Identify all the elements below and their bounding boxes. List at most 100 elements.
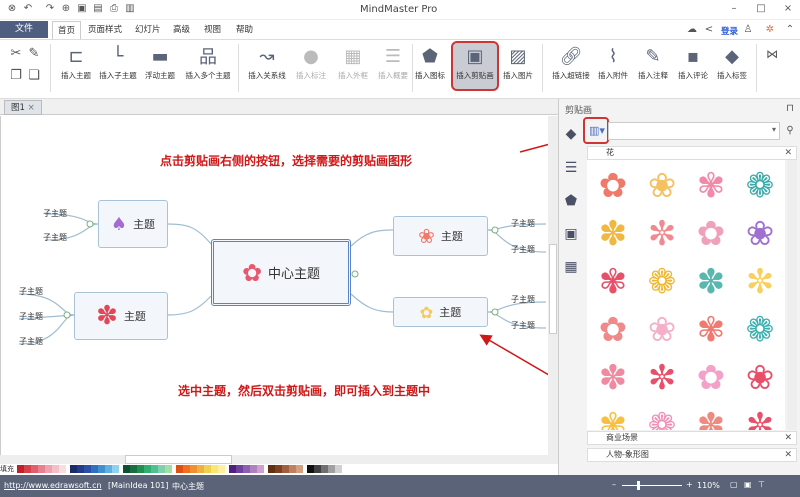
topic-node[interactable]: ❀ 主题: [393, 216, 488, 256]
clipart-flower[interactable]: ✾: [691, 310, 731, 350]
collapse-ribbon-icon[interactable]: ⌃: [784, 24, 796, 36]
clipart-flower[interactable]: ✽: [593, 214, 633, 254]
color-swatch[interactable]: [176, 464, 183, 473]
color-swatch[interactable]: [158, 464, 165, 473]
undo-icon[interactable]: ↶: [22, 3, 34, 15]
color-swatch[interactable]: [77, 464, 84, 473]
color-swatch[interactable]: [38, 464, 45, 473]
topic-node[interactable]: ♠ 主题: [98, 200, 168, 248]
close-icon[interactable]: ✕: [784, 432, 792, 444]
floating-topic-button[interactable]: ▬ 浮动主题: [135, 42, 185, 81]
subtopic[interactable]: 子主题: [19, 286, 43, 297]
color-swatch[interactable]: [59, 464, 66, 473]
color-swatch[interactable]: [335, 464, 342, 473]
color-swatch[interactable]: [17, 464, 24, 473]
clipart-flower[interactable]: ❀: [642, 310, 682, 350]
print-icon[interactable]: ⎙: [108, 3, 120, 15]
insert-relationship-button[interactable]: ↝ 插入关系线: [242, 42, 292, 81]
color-swatch[interactable]: [197, 464, 204, 473]
color-swatch[interactable]: [314, 464, 321, 473]
topic-node[interactable]: ✿ 主题: [393, 297, 488, 327]
clipart-flower[interactable]: ❀: [642, 166, 682, 206]
subtopic[interactable]: 子主题: [19, 336, 43, 347]
library-dropdown-button[interactable]: ▥▾: [589, 124, 605, 137]
clipart-flower[interactable]: ✿: [593, 166, 633, 206]
color-swatch[interactable]: [45, 464, 52, 473]
clipart-flower[interactable]: ❀: [740, 214, 780, 254]
color-swatch[interactable]: [321, 464, 328, 473]
color-swatch[interactable]: [211, 464, 218, 473]
clipart-flower[interactable]: ✼: [642, 358, 682, 398]
export-icon[interactable]: ▥: [124, 3, 136, 15]
share-icon[interactable]: <: [703, 24, 715, 36]
clipart-tab-icon[interactable]: ▣: [562, 226, 580, 244]
subtopic[interactable]: 子主题: [511, 320, 535, 331]
color-swatch[interactable]: [307, 464, 314, 473]
cloud-icon[interactable]: ☁: [686, 24, 698, 36]
format-painter-icon[interactable]: ✎: [28, 47, 40, 60]
cut-icon[interactable]: ✂: [10, 47, 22, 60]
color-palette[interactable]: 填充: [0, 464, 558, 473]
zoom-out-button[interactable]: –: [612, 480, 616, 489]
color-swatch[interactable]: [296, 464, 303, 473]
clipart-flower[interactable]: ✾: [691, 166, 731, 206]
insert-hyperlink-button[interactable]: 🔗︎ 插入超链接: [546, 42, 596, 81]
tab-view[interactable]: 视图: [199, 21, 226, 39]
subtopic[interactable]: 子主题: [43, 208, 67, 219]
minimize-button[interactable]: –: [728, 3, 740, 15]
clipart-flower[interactable]: ✿: [691, 214, 731, 254]
category-business[interactable]: 商业场景 ✕: [587, 431, 797, 445]
tab-advanced[interactable]: 高级: [168, 21, 195, 39]
icon-library-icon[interactable]: ⬟: [562, 193, 580, 211]
color-swatch[interactable]: [204, 464, 211, 473]
subtopic[interactable]: 子主题: [511, 218, 535, 229]
website-link[interactable]: http://www.edrawsoft.cn: [4, 481, 102, 490]
file-menu[interactable]: 文件: [0, 21, 48, 38]
insert-tag-button[interactable]: ◆ 插入标签: [711, 42, 753, 81]
clipart-flower[interactable]: ✼: [740, 406, 780, 430]
color-swatch[interactable]: [70, 464, 77, 473]
insert-picture-button[interactable]: ▨ 插入图片: [496, 42, 540, 81]
color-swatch[interactable]: [123, 464, 130, 473]
clipart-flower[interactable]: ✼: [740, 262, 780, 302]
clipart-flower[interactable]: ✿: [593, 310, 633, 350]
color-swatch[interactable]: [137, 464, 144, 473]
color-swatch[interactable]: [52, 464, 59, 473]
close-icon[interactable]: ✕: [784, 449, 792, 461]
zoom-slider[interactable]: [622, 481, 682, 490]
insert-multiple-topics-button[interactable]: 品插入多个主题: [180, 42, 236, 81]
clipart-flower[interactable]: ✽: [691, 406, 731, 430]
clipart-flower[interactable]: ❁: [642, 406, 682, 430]
paste-icon[interactable]: ❏: [28, 69, 40, 82]
maximize-button[interactable]: □: [755, 3, 767, 15]
tab-slides[interactable]: 幻灯片: [130, 21, 166, 39]
color-swatch[interactable]: [328, 464, 335, 473]
clipart-grid[interactable]: ✿ ❀ ✾ ❁ ✽ ✼ ✿ ❀ ✾ ❁ ✽ ✼ ✿ ❀ ✾ ❁ ✽ ✼ ✿ ❀ ✾ ❁ ✽ ✼: [587, 160, 785, 430]
color-swatch[interactable]: [229, 464, 236, 473]
open-icon[interactable]: ▣: [76, 3, 88, 15]
fit-width-icon[interactable]: ▣: [744, 480, 752, 489]
clipart-flower[interactable]: ❀: [740, 358, 780, 398]
color-swatch[interactable]: [165, 464, 172, 473]
document-tab[interactable]: 图1 ×: [4, 100, 42, 115]
clipart-flower[interactable]: ✾: [593, 406, 633, 430]
outline-icon[interactable]: ☰: [562, 160, 580, 178]
clipart-flower[interactable]: ✼: [642, 214, 682, 254]
new-icon[interactable]: ⊕: [60, 3, 72, 15]
layout-icon[interactable]: ⋈: [766, 48, 778, 60]
color-swatch[interactable]: [183, 464, 190, 473]
color-swatch[interactable]: [218, 464, 225, 473]
color-swatch[interactable]: [190, 464, 197, 473]
topic-node[interactable]: ✽ 主题: [74, 292, 168, 340]
insert-attachment-button[interactable]: ⌇ 插入附件: [592, 42, 634, 81]
apps-icon[interactable]: ✲: [764, 24, 776, 36]
subtopic[interactable]: 子主题: [43, 232, 67, 243]
login-link[interactable]: 登录: [721, 25, 738, 37]
tab-home[interactable]: 首页: [52, 21, 82, 39]
color-swatch[interactable]: [112, 464, 119, 473]
color-swatch[interactable]: [98, 464, 105, 473]
clipart-flower[interactable]: ✿: [691, 358, 731, 398]
color-swatch[interactable]: [236, 464, 243, 473]
tab-help[interactable]: 帮助: [231, 21, 258, 39]
clipart-scrollbar[interactable]: [787, 160, 797, 430]
